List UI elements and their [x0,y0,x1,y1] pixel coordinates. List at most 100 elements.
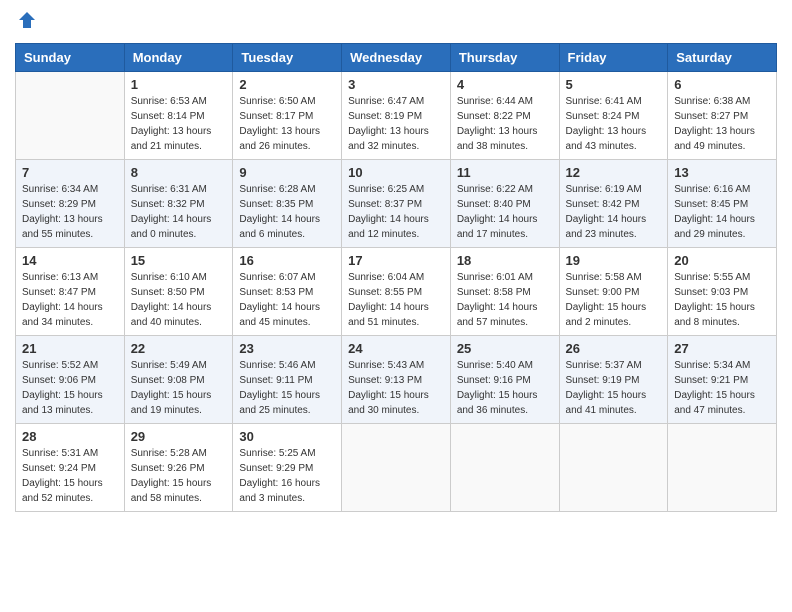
day-number: 2 [239,77,335,92]
calendar-cell: 28 Sunrise: 5:31 AM Sunset: 9:24 PM Dayli… [16,424,125,512]
calendar: SundayMondayTuesdayWednesdayThursdayFrid… [15,43,777,512]
day-number: 5 [566,77,662,92]
day-info: Sunrise: 6:10 AM Sunset: 8:50 PM Dayligh… [131,270,227,330]
calendar-cell: 13 Sunrise: 6:16 AM Sunset: 8:45 PM Dayli… [668,160,777,248]
header [15,10,777,35]
calendar-header-friday: Friday [559,44,668,72]
day-info: Sunrise: 5:46 AM Sunset: 9:11 PM Dayligh… [239,358,335,418]
day-number: 10 [348,165,444,180]
calendar-week-row: 7 Sunrise: 6:34 AM Sunset: 8:29 PM Daylig… [16,160,777,248]
day-number: 1 [131,77,227,92]
calendar-cell: 16 Sunrise: 6:07 AM Sunset: 8:53 PM Dayli… [233,248,342,336]
calendar-cell: 24 Sunrise: 5:43 AM Sunset: 9:13 PM Dayli… [342,336,451,424]
day-number: 4 [457,77,553,92]
day-info: Sunrise: 5:34 AM Sunset: 9:21 PM Dayligh… [674,358,770,418]
day-info: Sunrise: 6:44 AM Sunset: 8:22 PM Dayligh… [457,94,553,154]
day-number: 8 [131,165,227,180]
day-number: 11 [457,165,553,180]
calendar-cell: 22 Sunrise: 5:49 AM Sunset: 9:08 PM Dayli… [124,336,233,424]
calendar-cell: 19 Sunrise: 5:58 AM Sunset: 9:00 PM Dayli… [559,248,668,336]
day-number: 25 [457,341,553,356]
calendar-cell: 27Sunrise: 5:34 AM Sunset: 9:21 PM Dayli… [668,336,777,424]
day-number: 16 [239,253,335,268]
day-number: 22 [131,341,227,356]
logo [15,10,37,35]
day-info: Sunrise: 5:52 AM Sunset: 9:06 PM Dayligh… [22,358,118,418]
calendar-header-monday: Monday [124,44,233,72]
calendar-cell [559,424,668,512]
day-info: Sunrise: 5:49 AM Sunset: 9:08 PM Dayligh… [131,358,227,418]
calendar-cell: 26 Sunrise: 5:37 AM Sunset: 9:19 PM Dayli… [559,336,668,424]
calendar-cell: 6 Sunrise: 6:38 AM Sunset: 8:27 PM Daylig… [668,72,777,160]
calendar-cell: 12Sunrise: 6:19 AM Sunset: 8:42 PM Dayli… [559,160,668,248]
calendar-cell [16,72,125,160]
day-info: Sunrise: 5:37 AM Sunset: 9:19 PM Dayligh… [566,358,662,418]
calendar-cell: 7 Sunrise: 6:34 AM Sunset: 8:29 PM Daylig… [16,160,125,248]
day-info: Sunrise: 6:38 AM Sunset: 8:27 PM Dayligh… [674,94,770,154]
day-info: Sunrise: 6:50 AM Sunset: 8:17 PM Dayligh… [239,94,335,154]
day-info: Sunrise: 6:31 AM Sunset: 8:32 PM Dayligh… [131,182,227,242]
day-number: 12 [566,165,662,180]
day-info: Sunrise: 5:58 AM Sunset: 9:00 PM Dayligh… [566,270,662,330]
calendar-week-row: 1 Sunrise: 6:53 AM Sunset: 8:14 PM Daylig… [16,72,777,160]
calendar-cell: 5 Sunrise: 6:41 AM Sunset: 8:24 PM Daylig… [559,72,668,160]
day-info: Sunrise: 6:01 AM Sunset: 8:58 PM Dayligh… [457,270,553,330]
day-number: 3 [348,77,444,92]
calendar-cell: 29 Sunrise: 5:28 AM Sunset: 9:26 PM Dayli… [124,424,233,512]
calendar-cell [342,424,451,512]
day-number: 20 [674,253,770,268]
day-info: Sunrise: 6:53 AM Sunset: 8:14 PM Dayligh… [131,94,227,154]
calendar-header-saturday: Saturday [668,44,777,72]
calendar-cell [668,424,777,512]
day-info: Sunrise: 6:34 AM Sunset: 8:29 PM Dayligh… [22,182,118,242]
day-info: Sunrise: 6:28 AM Sunset: 8:35 PM Dayligh… [239,182,335,242]
day-number: 15 [131,253,227,268]
day-number: 30 [239,429,335,444]
day-info: Sunrise: 5:40 AM Sunset: 9:16 PM Dayligh… [457,358,553,418]
day-number: 17 [348,253,444,268]
calendar-cell [450,424,559,512]
calendar-cell: 10Sunrise: 6:25 AM Sunset: 8:37 PM Dayli… [342,160,451,248]
calendar-cell: 30 Sunrise: 5:25 AM Sunset: 9:29 PM Dayli… [233,424,342,512]
day-number: 26 [566,341,662,356]
day-info: Sunrise: 6:22 AM Sunset: 8:40 PM Dayligh… [457,182,553,242]
day-info: Sunrise: 5:55 AM Sunset: 9:03 PM Dayligh… [674,270,770,330]
day-info: Sunrise: 6:16 AM Sunset: 8:45 PM Dayligh… [674,182,770,242]
calendar-week-row: 21 Sunrise: 5:52 AM Sunset: 9:06 PM Dayli… [16,336,777,424]
calendar-cell: 11 Sunrise: 6:22 AM Sunset: 8:40 PM Dayli… [450,160,559,248]
calendar-cell: 2 Sunrise: 6:50 AM Sunset: 8:17 PM Daylig… [233,72,342,160]
day-number: 21 [22,341,118,356]
day-info: Sunrise: 6:07 AM Sunset: 8:53 PM Dayligh… [239,270,335,330]
day-info: Sunrise: 6:41 AM Sunset: 8:24 PM Dayligh… [566,94,662,154]
day-number: 23 [239,341,335,356]
day-info: Sunrise: 6:13 AM Sunset: 8:47 PM Dayligh… [22,270,118,330]
day-info: Sunrise: 5:25 AM Sunset: 9:29 PM Dayligh… [239,446,335,506]
calendar-cell: 3 Sunrise: 6:47 AM Sunset: 8:19 PM Daylig… [342,72,451,160]
day-number: 24 [348,341,444,356]
day-number: 28 [22,429,118,444]
day-number: 29 [131,429,227,444]
calendar-cell: 14 Sunrise: 6:13 AM Sunset: 8:47 PM Dayli… [16,248,125,336]
calendar-cell: 18 Sunrise: 6:01 AM Sunset: 8:58 PM Dayli… [450,248,559,336]
calendar-cell: 17Sunrise: 6:04 AM Sunset: 8:55 PM Dayli… [342,248,451,336]
calendar-cell: 4 Sunrise: 6:44 AM Sunset: 8:22 PM Daylig… [450,72,559,160]
day-number: 13 [674,165,770,180]
calendar-header-thursday: Thursday [450,44,559,72]
day-number: 14 [22,253,118,268]
day-number: 18 [457,253,553,268]
day-info: Sunrise: 6:47 AM Sunset: 8:19 PM Dayligh… [348,94,444,154]
calendar-header-row: SundayMondayTuesdayWednesdayThursdayFrid… [16,44,777,72]
calendar-header-tuesday: Tuesday [233,44,342,72]
day-number: 7 [22,165,118,180]
day-number: 6 [674,77,770,92]
day-info: Sunrise: 5:43 AM Sunset: 9:13 PM Dayligh… [348,358,444,418]
calendar-week-row: 14 Sunrise: 6:13 AM Sunset: 8:47 PM Dayli… [16,248,777,336]
calendar-cell: 15 Sunrise: 6:10 AM Sunset: 8:50 PM Dayli… [124,248,233,336]
calendar-cell: 23 Sunrise: 5:46 AM Sunset: 9:11 PM Dayli… [233,336,342,424]
day-number: 9 [239,165,335,180]
day-number: 19 [566,253,662,268]
day-info: Sunrise: 5:28 AM Sunset: 9:26 PM Dayligh… [131,446,227,506]
calendar-week-row: 28 Sunrise: 5:31 AM Sunset: 9:24 PM Dayli… [16,424,777,512]
calendar-cell: 1 Sunrise: 6:53 AM Sunset: 8:14 PM Daylig… [124,72,233,160]
day-info: Sunrise: 5:31 AM Sunset: 9:24 PM Dayligh… [22,446,118,506]
